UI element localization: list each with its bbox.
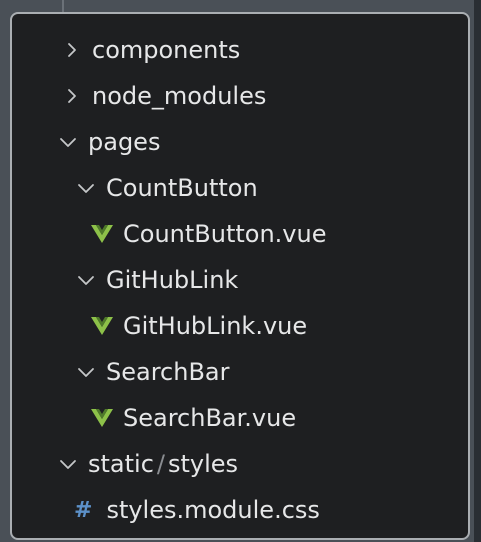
tree-item-label-child: styles (168, 450, 239, 478)
tree-item-githublink-vue[interactable]: GitHubLink.vue (12, 306, 468, 346)
chevron-down-icon[interactable] (76, 178, 96, 198)
tree-item-label: CountButton (106, 174, 258, 202)
window-edge (474, 0, 481, 542)
tree-item-label: pages (88, 128, 161, 156)
tree-item-label: SearchBar.vue (123, 404, 297, 432)
tree-item-pages[interactable]: pages (12, 122, 468, 162)
tree-item-githublink-folder[interactable]: GitHubLink (12, 260, 468, 300)
tree-item-label: GitHubLink (106, 266, 239, 294)
path-separator: / (156, 450, 165, 478)
file-explorer-panel: components node_modules pages CountButto… (10, 12, 470, 540)
css-file-icon: # (74, 497, 93, 523)
tree-item-countbutton-vue[interactable]: CountButton.vue (12, 214, 468, 254)
chevron-right-icon[interactable] (62, 86, 82, 106)
chevron-down-icon[interactable] (58, 132, 78, 152)
tree-item-styles-module-css[interactable]: # styles.module.css (12, 490, 468, 530)
chevron-right-icon[interactable] (62, 40, 82, 60)
tree-item-label: node_modules (92, 82, 267, 110)
tree-item-label-parent: static (88, 450, 154, 478)
tree-item-label: styles.module.css (106, 496, 320, 524)
chevron-down-icon[interactable] (76, 270, 96, 290)
vue-file-icon (90, 315, 114, 337)
tree-item-countbutton-folder[interactable]: CountButton (12, 168, 468, 208)
chevron-down-icon[interactable] (58, 454, 78, 474)
tree-item-label: GitHubLink.vue (123, 312, 308, 340)
tree-item-searchbar-vue[interactable]: SearchBar.vue (12, 398, 468, 438)
tree-item-searchbar-folder[interactable]: SearchBar (12, 352, 468, 392)
tree-item-label: components (92, 36, 241, 64)
chevron-down-icon[interactable] (76, 362, 96, 382)
vue-file-icon (90, 407, 114, 429)
tree-item-components[interactable]: components (12, 30, 468, 70)
tree-item-label: SearchBar (106, 358, 230, 386)
tree-item-node-modules[interactable]: node_modules (12, 76, 468, 116)
tree-item-static-styles[interactable]: static / styles (12, 444, 468, 484)
tree-item-label: CountButton.vue (123, 220, 327, 248)
vue-file-icon (90, 223, 114, 245)
tree-indent-guide (62, 0, 64, 12)
